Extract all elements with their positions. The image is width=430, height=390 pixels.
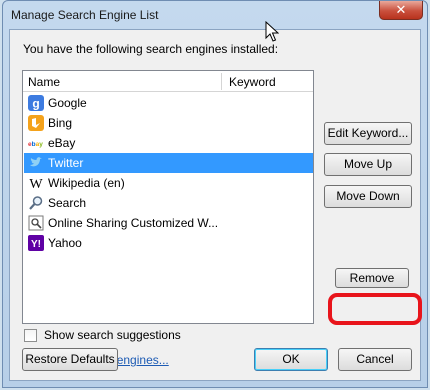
manage-search-engines-dialog: Manage Search Engine List ✕ You have the… (2, 0, 428, 388)
svg-text:g: g (32, 97, 39, 111)
mouse-pointer-icon (265, 21, 279, 42)
magnifier-icon (29, 196, 43, 210)
restore-defaults-button[interactable]: Restore Defaults (22, 348, 118, 371)
wikipedia-icon: W (29, 177, 43, 191)
engine-rows: g Google Bing ebay eBay Twitter W Wikipe… (24, 93, 313, 253)
list-item-yahoo[interactable]: Y! Yahoo (24, 233, 313, 253)
move-down-button[interactable]: Move Down (324, 185, 412, 208)
ok-button[interactable]: OK (254, 348, 328, 371)
engine-name: Bing (48, 116, 73, 130)
list-item-google[interactable]: g Google (24, 93, 313, 113)
engine-name: eBay (48, 136, 76, 150)
engine-name: Twitter (48, 156, 84, 170)
cancel-button[interactable]: Cancel (338, 348, 412, 371)
dialog-body: You have the following search engines in… (9, 29, 422, 381)
twitter-icon (30, 157, 42, 167)
ebay-icon: ebay (28, 141, 43, 148)
engine-name: Yahoo (48, 236, 82, 250)
close-button[interactable]: ✕ (379, 1, 423, 20)
search-page-icon (28, 215, 44, 231)
svg-text:ebay: ebay (28, 141, 43, 148)
column-header-name[interactable]: Name (28, 75, 60, 89)
column-header-keyword[interactable]: Keyword (229, 75, 276, 89)
intro-text: You have the following search engines in… (23, 42, 279, 56)
title-bar[interactable]: Manage Search Engine List ✕ (3, 1, 427, 27)
engine-name: Google (48, 96, 87, 110)
yahoo-icon: Y! (28, 235, 44, 251)
svg-text:Y!: Y! (31, 239, 41, 250)
dialog-title: Manage Search Engine List (11, 8, 159, 22)
list-header: Name Keyword (23, 71, 313, 92)
list-item-twitter[interactable]: Twitter (24, 153, 313, 173)
svg-text:W: W (29, 177, 43, 191)
remove-highlight-ring (328, 293, 422, 325)
list-item-online-sharing[interactable]: Online Sharing Customized W... (24, 213, 313, 233)
list-item-search[interactable]: Search (24, 193, 313, 213)
engine-name: Online Sharing Customized W... (48, 216, 219, 230)
engine-name: Search (48, 196, 87, 210)
list-item-wikipedia[interactable]: W Wikipedia (en) (24, 173, 313, 193)
google-icon: g (28, 95, 44, 111)
remove-button[interactable]: Remove (335, 268, 409, 288)
show-suggestions-label[interactable]: Show search suggestions (44, 328, 181, 342)
list-item-bing[interactable]: Bing (24, 113, 313, 133)
column-divider[interactable] (221, 73, 222, 90)
move-up-button[interactable]: Move Up (324, 153, 412, 176)
engine-name: Wikipedia (en) (48, 176, 125, 190)
edit-keyword-button[interactable]: Edit Keyword... (324, 122, 412, 145)
list-item-ebay[interactable]: ebay eBay (24, 133, 313, 153)
show-suggestions-checkbox[interactable] (24, 329, 37, 342)
bing-icon (28, 115, 44, 131)
search-engine-list[interactable]: Name Keyword g Google Bing ebay eBay Twi… (22, 70, 314, 324)
